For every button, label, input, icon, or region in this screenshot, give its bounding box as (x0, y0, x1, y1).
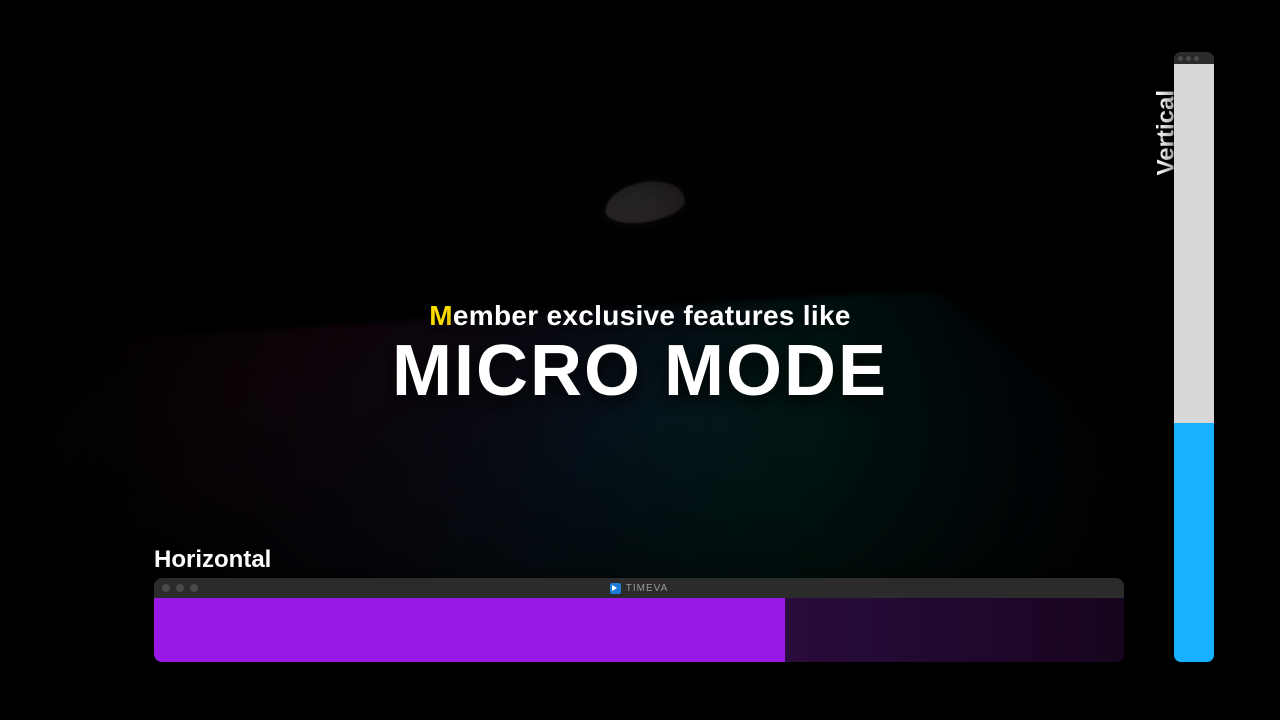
vertical-micro-window[interactable] (1174, 52, 1214, 662)
vertical-progress-fill (1174, 423, 1214, 662)
window-titlebar[interactable]: TIMEVA (154, 578, 1124, 598)
maximize-icon[interactable] (190, 584, 198, 592)
app-icon (610, 583, 621, 594)
headline: Member exclusive features like MICRO MOD… (0, 300, 1280, 412)
horizontal-progress-remaining (785, 598, 1125, 662)
headline-title: MICRO MODE (0, 330, 1280, 412)
horizontal-label: Horizontal (154, 546, 271, 574)
minimize-icon[interactable] (176, 584, 184, 592)
headline-subtitle: Member exclusive features like (0, 300, 1280, 332)
headline-subtitle-rest: ember exclusive features like (453, 300, 851, 331)
window-titlebar[interactable] (1174, 52, 1214, 64)
vertical-progress-remaining (1174, 64, 1214, 423)
close-icon[interactable] (1178, 56, 1183, 61)
close-icon[interactable] (162, 584, 170, 592)
window-title: TIMEVA (610, 583, 668, 594)
window-title-text: TIMEVA (626, 583, 668, 594)
minimize-icon[interactable] (1186, 56, 1191, 61)
headline-subtitle-first-letter: M (429, 300, 453, 331)
vertical-progress-bar[interactable] (1174, 64, 1214, 662)
horizontal-progress-fill (154, 598, 785, 662)
horizontal-progress-bar[interactable] (154, 598, 1124, 662)
traffic-lights[interactable] (162, 584, 198, 592)
horizontal-micro-window[interactable]: TIMEVA (154, 578, 1124, 662)
maximize-icon[interactable] (1194, 56, 1199, 61)
